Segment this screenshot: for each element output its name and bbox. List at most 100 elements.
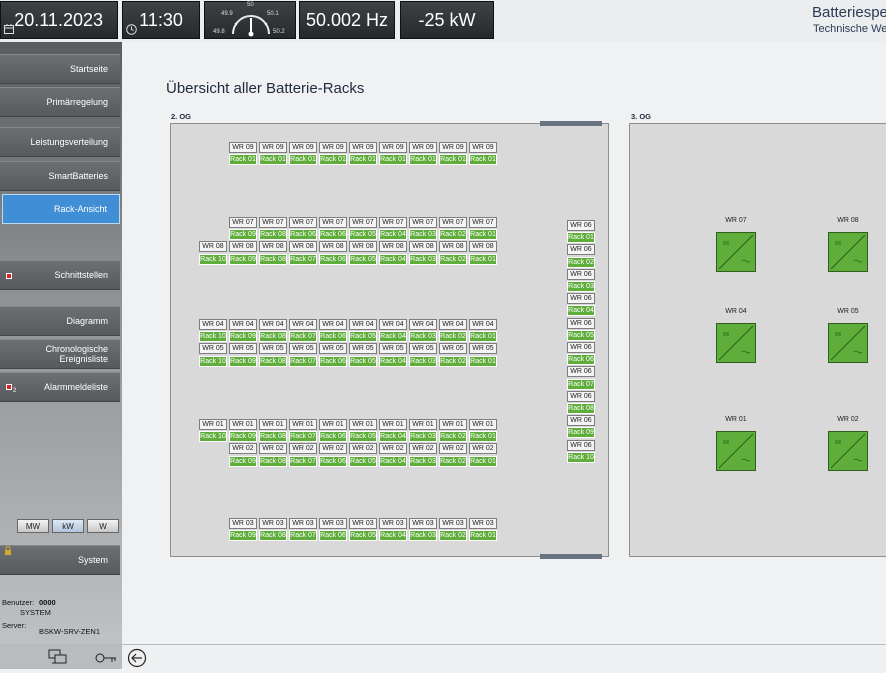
rack-cell[interactable]: Rack 01 [409, 154, 437, 166]
unit-kw-button[interactable]: kW [52, 519, 84, 533]
rack-cell[interactable]: Rack 02 [439, 455, 467, 467]
inverter-unit[interactable] [828, 232, 868, 272]
rack-cell[interactable]: Rack 01 [469, 253, 497, 265]
rack-cell[interactable]: Rack 08 [259, 229, 287, 241]
rack-cell[interactable]: Rack 09 [229, 253, 257, 265]
inverter-unit[interactable] [828, 431, 868, 471]
rack-cell[interactable]: Rack 01 [439, 154, 467, 166]
rack-cell[interactable]: Rack 03 [567, 281, 595, 292]
rack-cell[interactable]: Rack 06 [289, 229, 317, 241]
rack-cell[interactable]: Rack 09 [229, 530, 257, 542]
sidebar-item-smartbatteries[interactable]: SmartBatteries [0, 161, 120, 191]
rack-cell[interactable]: Rack 07 [567, 378, 595, 390]
rack-cell[interactable]: Rack 04 [379, 331, 407, 343]
rack-cell[interactable]: Rack 03 [409, 455, 437, 467]
rack-cell[interactable]: Rack 03 [409, 530, 437, 542]
sidebar-item-alarmmeldeliste[interactable]: 2 Alarmmeldeliste [0, 372, 120, 402]
rack-cell[interactable]: Rack 10 [199, 355, 227, 367]
rack-cell[interactable]: Rack 01 [567, 232, 595, 244]
rack-cell[interactable]: Rack 05 [349, 229, 377, 241]
sidebar-item-ereignisliste[interactable]: Chronologische Ereignisliste [0, 339, 120, 369]
rack-cell[interactable]: Rack 01 [469, 154, 497, 166]
sidebar-item-rack-ansicht[interactable]: Rack-Ansicht [2, 194, 120, 224]
rack-cell[interactable]: Rack 05 [349, 530, 377, 542]
rack-cell[interactable]: Rack 04 [379, 253, 407, 265]
rack-cell[interactable]: Rack 10 [199, 331, 227, 343]
rack-cell[interactable]: Rack 05 [567, 329, 595, 341]
rack-cell[interactable]: Rack 08 [259, 431, 287, 443]
rack-cell[interactable]: Rack 03 [409, 253, 437, 265]
inverter-unit[interactable] [716, 323, 756, 363]
rack-cell[interactable]: Rack 09 [229, 355, 257, 367]
inverter-unit[interactable] [716, 431, 756, 471]
rack-cell[interactable]: Rack 06 [319, 431, 347, 443]
rack-cell[interactable]: Rack 04 [379, 355, 407, 367]
rack-cell[interactable]: Rack 01 [229, 154, 257, 166]
rack-cell[interactable]: Rack 01 [469, 431, 497, 443]
rack-cell[interactable]: Rack 06 [319, 229, 347, 241]
sidebar-item-system[interactable]: System [0, 545, 120, 575]
rack-cell[interactable]: Rack 01 [469, 530, 497, 542]
sidebar-item-primaerregelung[interactable]: Primärregelung [0, 87, 120, 117]
rack-cell[interactable]: Rack 04 [379, 530, 407, 542]
rack-cell[interactable]: Rack 06 [319, 253, 347, 265]
rack-cell[interactable]: Rack 10 [199, 431, 227, 443]
rack-cell[interactable]: Rack 03 [409, 331, 437, 343]
rack-cell[interactable]: Rack 01 [379, 154, 407, 166]
unit-mw-button[interactable]: MW [17, 519, 49, 533]
sidebar-item-schnittstellen[interactable]: Schnittstellen [0, 260, 120, 290]
rack-cell[interactable]: Rack 06 [319, 530, 347, 542]
rack-cell[interactable]: Rack 01 [289, 154, 317, 166]
rack-cell[interactable]: Rack 04 [567, 305, 595, 317]
rack-cell[interactable]: Rack 05 [349, 331, 377, 343]
rack-cell[interactable]: Rack 09 [567, 427, 595, 439]
rack-cell[interactable]: Rack 08 [259, 253, 287, 265]
rack-cell[interactable]: Rack 06 [319, 355, 347, 367]
rack-cell[interactable]: Rack 07 [289, 355, 317, 367]
rack-cell[interactable]: Rack 02 [439, 530, 467, 542]
rack-cell[interactable]: Rack 02 [439, 431, 467, 443]
rack-cell[interactable]: Rack 01 [259, 154, 287, 166]
rack-cell[interactable]: Rack 08 [259, 355, 287, 367]
rack-cell[interactable]: Rack 02 [567, 256, 595, 268]
rack-cell[interactable]: Rack 09 [229, 431, 257, 443]
rack-cell[interactable]: Rack 09 [229, 229, 257, 241]
rack-cell[interactable]: Rack 04 [379, 431, 407, 443]
rack-cell[interactable]: Rack 02 [439, 331, 467, 343]
rack-cell[interactable]: Rack 08 [259, 331, 287, 343]
rack-cell[interactable]: Rack 03 [409, 431, 437, 443]
sidebar-item-diagramm[interactable]: Diagramm [0, 306, 120, 336]
rack-cell[interactable]: Rack 06 [319, 331, 347, 343]
rack-cell[interactable]: Rack 06 [319, 455, 347, 467]
rack-cell[interactable]: Rack 09 [229, 455, 257, 467]
unit-w-button[interactable]: W [87, 519, 119, 533]
rack-cell[interactable]: Rack 01 [469, 355, 497, 367]
rack-cell[interactable]: Rack 08 [259, 530, 287, 542]
rack-cell[interactable]: Rack 01 [469, 229, 497, 241]
rack-cell[interactable]: Rack 02 [439, 355, 467, 367]
rack-cell[interactable]: Rack 03 [409, 355, 437, 367]
sidebar-item-leistungsverteilung[interactable]: Leistungsverteilung [0, 127, 120, 157]
rack-cell[interactable]: Rack 10 [199, 253, 227, 265]
rack-cell[interactable]: Rack 05 [349, 431, 377, 443]
back-arrow-icon[interactable] [127, 648, 147, 673]
rack-cell[interactable]: Rack 07 [289, 253, 317, 265]
rack-cell[interactable]: Rack 02 [439, 229, 467, 241]
rack-cell[interactable]: Rack 02 [439, 253, 467, 265]
sidebar-item-startseite[interactable]: Startseite [0, 54, 120, 84]
rack-cell[interactable]: Rack 01 [469, 455, 497, 467]
rack-cell[interactable]: Rack 05 [349, 355, 377, 367]
rack-cell[interactable]: Rack 01 [349, 154, 377, 166]
rack-cell[interactable]: Rack 05 [349, 253, 377, 265]
key-icon[interactable] [95, 651, 117, 669]
rack-cell[interactable]: Rack 04 [379, 229, 407, 241]
rack-cell[interactable]: Rack 09 [229, 331, 257, 343]
rack-cell[interactable]: Rack 08 [259, 455, 287, 467]
inverter-unit[interactable] [716, 232, 756, 272]
rack-cell[interactable]: Rack 04 [379, 455, 407, 467]
inverter-unit[interactable] [828, 323, 868, 363]
rack-cell[interactable]: Rack 07 [289, 331, 317, 343]
rack-cell[interactable]: Rack 03 [409, 229, 437, 241]
rack-cell[interactable]: Rack 01 [319, 154, 347, 166]
rack-cell[interactable]: Rack 10 [567, 451, 595, 463]
